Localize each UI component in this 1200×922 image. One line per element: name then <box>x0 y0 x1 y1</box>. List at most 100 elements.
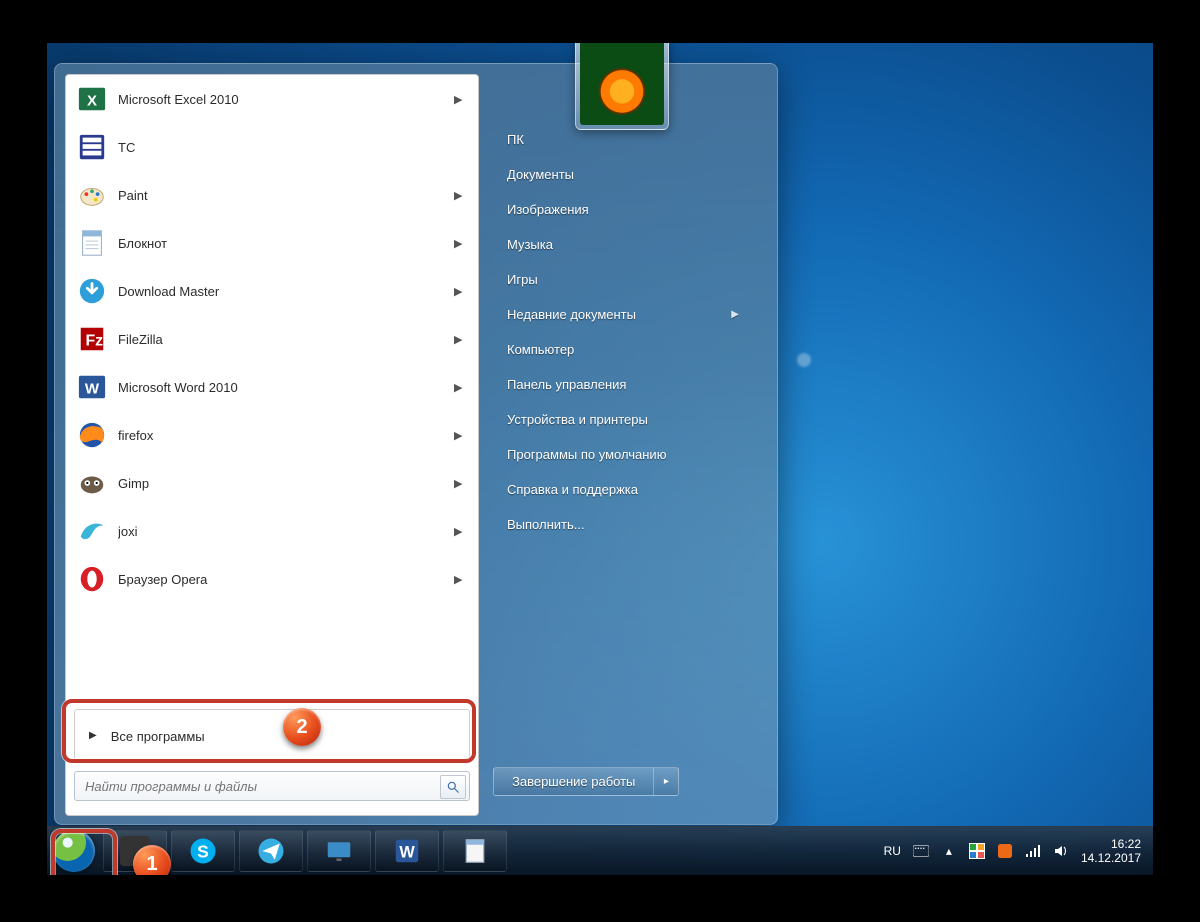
user-avatar-icon <box>580 43 664 125</box>
program-label: FileZilla <box>118 332 444 347</box>
system-tray: RU ▴ 16:22 14.12.2017 <box>876 837 1153 865</box>
notepad-icon <box>76 227 108 259</box>
svg-text:W: W <box>399 843 415 861</box>
start-right-label: Документы <box>507 167 574 182</box>
search-button[interactable] <box>440 775 466 799</box>
shutdown-options-button[interactable]: ▸ <box>653 768 678 795</box>
shutdown-label: Завершение работы <box>494 768 653 795</box>
tray-chevron-icon[interactable]: ▴ <box>941 843 957 859</box>
start-right-label: Компьютер <box>507 342 574 357</box>
firefox-icon <box>76 419 108 451</box>
program-label: Microsoft Word 2010 <box>118 380 444 395</box>
submenu-arrow-icon: ▶ <box>454 93 464 106</box>
submenu-arrow-icon: ▶ <box>454 237 464 250</box>
program-label: Браузер Opera <box>118 572 444 587</box>
program-label: Paint <box>118 188 444 203</box>
program-label: firefox <box>118 428 444 443</box>
language-indicator[interactable]: RU <box>884 844 901 858</box>
program-item[interactable]: XMicrosoft Excel 2010▶ <box>66 75 478 123</box>
start-right-label: Панель управления <box>507 377 626 392</box>
taskbar-item-telegram[interactable] <box>239 830 303 872</box>
start-right-item[interactable]: ПК <box>493 122 753 157</box>
tc-icon <box>76 131 108 163</box>
start-right-item[interactable]: Справка и поддержка <box>493 472 753 507</box>
opera-icon <box>76 563 108 595</box>
taskbar-item-monitor[interactable] <box>307 830 371 872</box>
start-right-label: Изображения <box>507 202 589 217</box>
shutdown-button[interactable]: Завершение работы ▸ <box>493 767 679 796</box>
start-right-item[interactable]: Панель управления <box>493 367 753 402</box>
user-avatar-frame[interactable] <box>575 43 669 130</box>
taskbar-item-notepad[interactable] <box>443 830 507 872</box>
joxi-icon <box>76 515 108 547</box>
program-item[interactable]: joxi ▶ <box>66 507 478 555</box>
submenu-arrow-icon: ▶ <box>454 189 464 202</box>
callout-badge-1: 1 <box>133 845 171 875</box>
program-label: TC <box>118 140 444 155</box>
submenu-arrow-icon: ▶ <box>454 477 464 490</box>
program-item[interactable]: Блокнот ▶ <box>66 219 478 267</box>
tray-app-icon[interactable] <box>997 843 1013 859</box>
word-icon: W <box>392 836 422 866</box>
callout-badge-2: 2 <box>283 708 321 746</box>
volume-icon[interactable] <box>1053 843 1069 859</box>
desktop-area[interactable]: XMicrosoft Excel 2010▶TCPaint▶Блокнот▶Do… <box>47 43 1153 875</box>
taskbar-item-word[interactable]: W <box>375 830 439 872</box>
start-right-item[interactable]: Музыка <box>493 227 753 262</box>
start-menu-right-panel: ПК Документы Изображения Музыка Игры Недавние… <box>493 122 753 808</box>
excel-icon: X <box>76 83 108 115</box>
taskbar: S W RU ▴ 16:22 <box>47 826 1153 875</box>
paint-icon <box>76 179 108 211</box>
callout-ring-2 <box>62 699 476 763</box>
start-right-item[interactable]: Документы <box>493 157 753 192</box>
program-label: Блокнот <box>118 236 444 251</box>
submenu-arrow-icon: ▶ <box>454 525 464 538</box>
submenu-arrow-icon: ▶ <box>454 429 464 442</box>
submenu-arrow-icon: ▶ <box>454 381 464 394</box>
recent-programs-list: XMicrosoft Excel 2010▶TCPaint▶Блокнот▶Do… <box>66 75 478 701</box>
gimp-icon <box>76 467 108 499</box>
program-item[interactable]: Браузер Opera▶ <box>66 555 478 603</box>
svg-text:S: S <box>197 841 209 861</box>
program-item[interactable]: FzFileZilla▶ <box>66 315 478 363</box>
start-right-label: Недавние документы <box>507 307 636 322</box>
search-input[interactable] <box>74 771 470 801</box>
start-right-item[interactable]: Выполнить... <box>493 507 753 542</box>
keyboard-icon[interactable] <box>913 843 929 859</box>
callout-ring-1 <box>51 829 117 875</box>
start-right-item[interactable]: Компьютер <box>493 332 753 367</box>
clock-time: 16:22 <box>1081 837 1141 851</box>
program-item[interactable]: W Microsoft Word 2010 ▶ <box>66 363 478 411</box>
start-right-item[interactable]: Недавние документы ▶ <box>493 297 753 332</box>
search-icon <box>446 780 460 794</box>
program-item[interactable]: Paint ▶ <box>66 171 478 219</box>
start-right-label: Устройства и принтеры <box>507 412 648 427</box>
start-right-item[interactable]: Игры <box>493 262 753 297</box>
start-right-item[interactable]: Устройства и принтеры <box>493 402 753 437</box>
submenu-arrow-icon: ▶ <box>454 285 464 298</box>
start-right-label: Игры <box>507 272 538 287</box>
word-icon: W <box>76 371 108 403</box>
telegram-icon <box>256 836 286 866</box>
clock-date: 14.12.2017 <box>1081 851 1141 865</box>
start-right-item[interactable]: Программы по умолчанию <box>493 437 753 472</box>
start-right-label: Справка и поддержка <box>507 482 638 497</box>
svg-text:Fz: Fz <box>85 333 103 350</box>
flag-icon[interactable] <box>969 843 985 859</box>
clock[interactable]: 16:22 14.12.2017 <box>1081 837 1145 865</box>
program-item[interactable]: firefox ▶ <box>66 411 478 459</box>
network-icon[interactable] <box>1025 843 1041 859</box>
svg-text:X: X <box>87 93 97 110</box>
submenu-arrow-icon: ▶ <box>731 309 739 320</box>
program-label: joxi <box>118 524 444 539</box>
start-right-label: Музыка <box>507 237 553 252</box>
monitor-icon <box>324 836 354 866</box>
taskbar-item-skype[interactable]: S <box>171 830 235 872</box>
start-right-item[interactable]: Изображения <box>493 192 753 227</box>
program-item[interactable]: TC <box>66 123 478 171</box>
program-item[interactable]: Download Master ▶ <box>66 267 478 315</box>
program-label: Download Master <box>118 284 444 299</box>
program-item[interactable]: Gimp ▶ <box>66 459 478 507</box>
start-right-label: ПК <box>507 132 524 147</box>
program-label: Gimp <box>118 476 444 491</box>
